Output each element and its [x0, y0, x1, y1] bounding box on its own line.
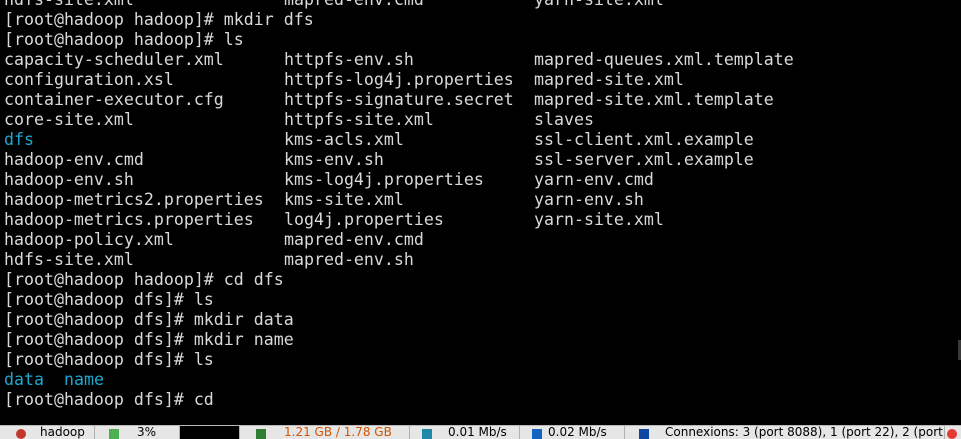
- cpu-graph: [180, 426, 240, 439]
- close-status[interactable]: [945, 426, 961, 439]
- upload-label: 0.01 Mb/s: [448, 426, 507, 439]
- file-entry: yarn-site.xml: [534, 210, 664, 229]
- status-session[interactable]: hadoop: [0, 426, 95, 439]
- status-memory: 1.21 GB / 1.78 GB: [240, 426, 410, 439]
- file-entry: kms-log4j.properties: [284, 170, 484, 189]
- terminal-line: core-site.xml httpfs-site.xml slaves: [4, 110, 594, 130]
- file-entry: ssl-server.xml.example: [534, 150, 754, 169]
- terminal-line: data name: [4, 370, 104, 390]
- session-label: hadoop: [40, 426, 85, 439]
- terminal-line: hadoop-metrics2.properties kms-site.xml …: [4, 190, 644, 210]
- file-entry: log4j.properties: [284, 210, 444, 229]
- file-entry: kms-acls.xml: [284, 130, 404, 149]
- file-entry: kms-site.xml: [284, 190, 404, 209]
- terminal-line: [root@hadoop hadoop]# ls: [4, 30, 244, 49]
- file-entry: capacity-scheduler.xml: [4, 50, 224, 69]
- terminal-line: hadoop-env.cmd kms-env.sh ssl-server.xml…: [4, 150, 754, 170]
- file-entry: mapred-env.cmd: [284, 0, 424, 10]
- file-entry: httpfs-log4j.properties: [284, 70, 514, 89]
- terminal-line: [root@hadoop hadoop]# mkdir dfs: [4, 10, 314, 29]
- file-entry: hdfs-site.xml: [4, 250, 134, 269]
- file-entry: httpfs-env.sh: [284, 50, 414, 69]
- file-entry: hdfs-site.xml: [4, 0, 134, 10]
- terminal-line: hadoop-policy.xml mapred-env.cmd: [4, 230, 424, 250]
- file-entry: hadoop-env.cmd: [4, 150, 144, 169]
- file-entry: mapred-env.cmd: [284, 230, 424, 249]
- download-label: 0.02 Mb/s: [548, 426, 607, 439]
- terminal-line: capacity-scheduler.xml httpfs-env.sh map…: [4, 50, 794, 70]
- terminal-prompt-line[interactable]: [root@hadoop dfs]# cd: [4, 390, 214, 410]
- file-entry: mapred-site.xml: [534, 70, 684, 89]
- file-entry: mapred-site.xml.template: [534, 90, 774, 109]
- file-entry: core-site.xml: [4, 110, 134, 129]
- connections-label: Connexions: 3 (port 8088), 1 (port 22), …: [665, 426, 943, 439]
- file-entry: container-executor.cfg: [4, 90, 224, 109]
- directory-entry: dfs: [4, 130, 34, 149]
- terminal-line: hadoop-env.sh kms-log4j.properties yarn-…: [4, 170, 654, 190]
- terminal-line: container-executor.cfg httpfs-signature.…: [4, 90, 774, 110]
- file-entry: configuration.xsl: [4, 70, 174, 89]
- status-connections: Connexions: 3 (port 8088), 1 (port 22), …: [625, 426, 945, 439]
- file-entry: hadoop-metrics2.properties: [4, 190, 264, 209]
- file-entry: httpfs-signature.secret: [284, 90, 514, 109]
- file-entry: yarn-env.sh: [534, 190, 644, 209]
- directory-entry: data: [4, 370, 44, 389]
- file-entry: kms-env.sh: [284, 150, 384, 169]
- file-entry: ssl-client.xml.example: [534, 130, 754, 149]
- cpu-label: 3%: [137, 426, 157, 439]
- file-entry: yarn-env.cmd: [534, 170, 654, 189]
- file-entry: hadoop-metrics.properties: [4, 210, 254, 229]
- terminal-line: hdfs-site.xml mapred-env.sh: [4, 250, 414, 270]
- terminal-line: [root@hadoop dfs]# ls: [4, 350, 214, 369]
- status-download: 0.02 Mb/s: [520, 426, 625, 439]
- terminal-line: [root@hadoop dfs]# ls: [4, 290, 214, 309]
- terminal-line: [root@hadoop dfs]# mkdir name: [4, 330, 294, 349]
- file-entry: mapred-env.sh: [284, 250, 414, 269]
- terminal-line: dfs kms-acls.xml ssl-client.xml.example: [4, 130, 754, 150]
- file-entry: hadoop-policy.xml: [4, 230, 174, 249]
- terminal-line: [root@hadoop dfs]# mkdir data: [4, 310, 294, 329]
- terminal-line: hadoop-metrics.properties log4j.properti…: [4, 210, 664, 230]
- file-entry: httpfs-site.xml: [284, 110, 434, 129]
- file-entry: mapred-queues.xml.template: [534, 50, 794, 69]
- terminal-window[interactable]: hdfs-site.xml mapred-env.cmd yarn-site.x…: [0, 0, 961, 420]
- terminal-line: configuration.xsl httpfs-log4j.propertie…: [4, 70, 684, 90]
- status-bar: hadoop 3% 1.21 GB / 1.78 GB 0.01 Mb/s 0.…: [0, 425, 961, 439]
- terminal-line: hdfs-site.xml mapred-env.cmd yarn-site.x…: [4, 0, 664, 10]
- status-upload: 0.01 Mb/s: [410, 426, 520, 439]
- status-cpu: 3%: [95, 426, 180, 439]
- directory-entry: name: [64, 370, 104, 389]
- file-entry: yarn-site.xml: [534, 0, 664, 10]
- memory-label: 1.21 GB / 1.78 GB: [284, 426, 392, 439]
- terminal-line: [root@hadoop hadoop]# cd dfs: [4, 270, 284, 289]
- file-entry: hadoop-env.sh: [4, 170, 134, 189]
- file-entry: slaves: [534, 110, 594, 129]
